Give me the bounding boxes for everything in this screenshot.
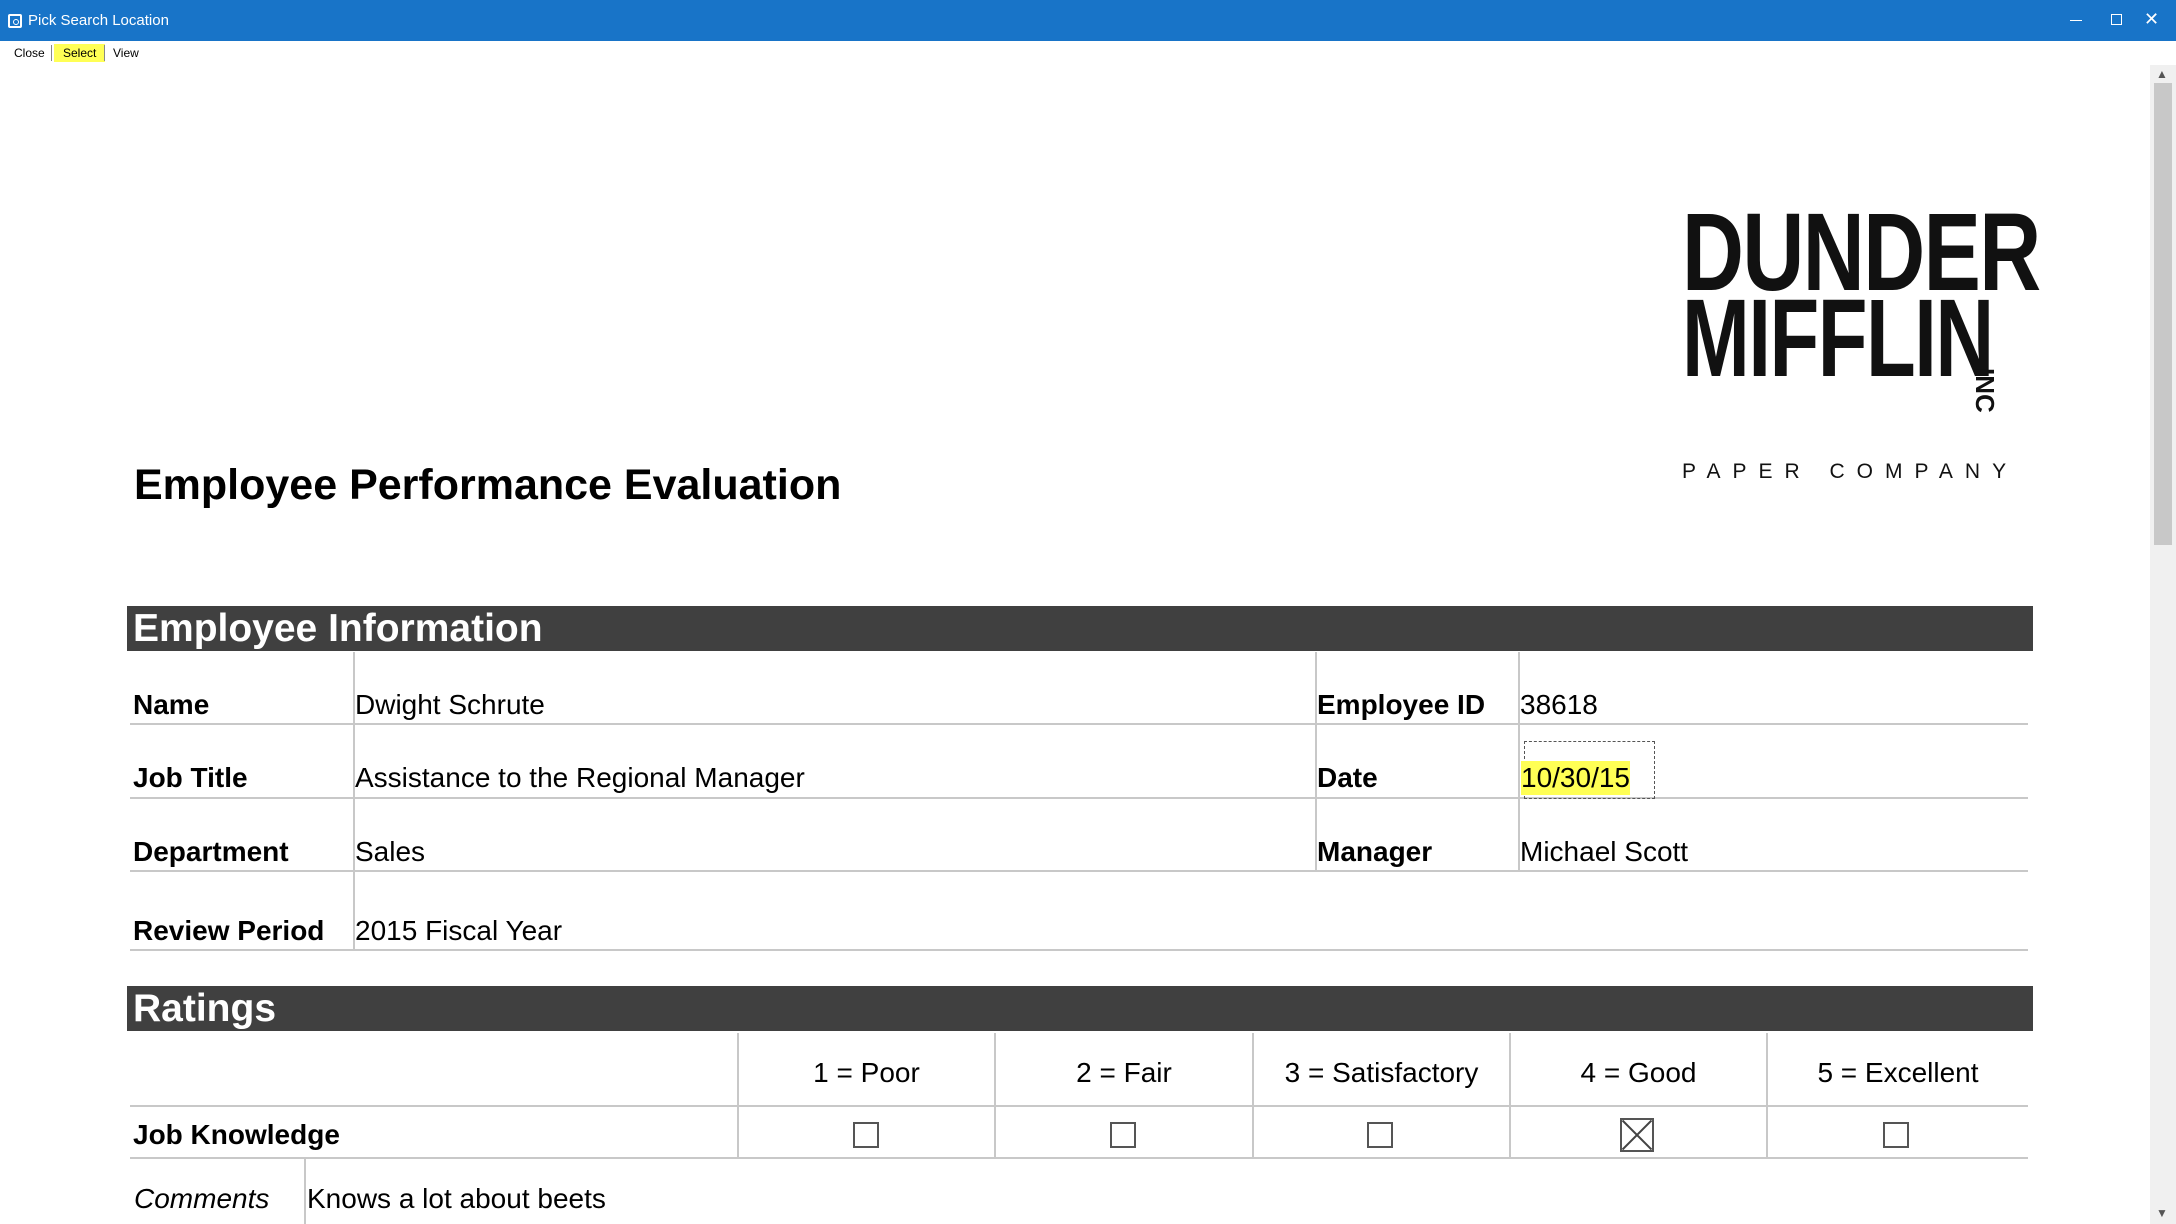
view-button[interactable]: View [108, 44, 144, 62]
close-window-button[interactable]: ✕ [2130, 0, 2176, 41]
title-bar: Pick Search Location ✕ [0, 0, 2176, 41]
scroll-down-icon[interactable]: ▼ [2156, 1206, 2168, 1220]
vertical-scrollbar[interactable]: ▲ ▼ [2150, 65, 2176, 1224]
rating-scale-3: 3 = Satisfactory [1284, 1057, 1479, 1088]
table-row-divider [130, 870, 2028, 872]
toolbar-divider [104, 45, 105, 61]
maximize-icon [2111, 14, 2122, 25]
table-row-divider [130, 723, 2028, 725]
job-title-label: Job Title [133, 762, 248, 793]
employee-id-label: Employee ID [1317, 689, 1486, 720]
table-divider [1766, 1033, 1768, 1159]
minimize-icon [2070, 20, 2082, 21]
manager-value[interactable]: Michael Scott [1520, 835, 1688, 869]
rating-checkbox-2[interactable] [1110, 1122, 1136, 1148]
scrollbar-thumb[interactable] [2154, 83, 2172, 545]
scroll-up-icon[interactable]: ▲ [2156, 67, 2168, 81]
department-value[interactable]: Sales [355, 835, 425, 869]
name-label: Name [133, 689, 210, 720]
rating-checkbox-1[interactable] [853, 1122, 879, 1148]
name-value[interactable]: Dwight Schrute [355, 688, 545, 722]
department-label: Department [133, 836, 289, 867]
job-title-value[interactable]: Assistance to the Regional Manager [355, 761, 805, 795]
manager-label: Manager [1317, 836, 1433, 867]
comments-label: Comments [134, 1183, 270, 1214]
review-period-value[interactable]: 2015 Fiscal Year [355, 914, 562, 948]
table-row-divider [130, 1157, 2028, 1159]
rating-scale-1: 1 = Poor [813, 1057, 920, 1088]
toolbar-divider [51, 45, 52, 61]
rating-checkbox-5[interactable] [1883, 1122, 1909, 1148]
rating-scale-5: 5 = Excellent [1817, 1057, 1979, 1088]
review-period-label: Review Period [133, 915, 325, 946]
employee-id-value[interactable]: 38618 [1520, 688, 1598, 722]
table-divider [1252, 1033, 1254, 1159]
table-row-divider [130, 1105, 2028, 1107]
select-button[interactable]: Select [54, 44, 106, 62]
document-title: Employee Performance Evaluation [134, 461, 842, 509]
close-icon: ✕ [2144, 9, 2160, 29]
employee-info-header: Employee Information [127, 606, 2033, 651]
table-row-divider [130, 949, 2028, 951]
rating-scale-2: 2 = Fair [1076, 1057, 1172, 1088]
company-logo: DUNDER MIFFLIN INC PAPER COMPANY [1682, 198, 2041, 488]
date-value[interactable]: 10/30/15 [1521, 761, 1630, 795]
rating-scale-4: 4 = Good [1580, 1057, 1697, 1088]
table-divider [737, 1033, 739, 1159]
window-title: Pick Search Location [28, 12, 169, 29]
date-label: Date [1317, 762, 1378, 793]
comments-value[interactable]: Knows a lot about beets [307, 1182, 606, 1216]
table-divider [304, 1159, 306, 1224]
rating-checkbox-4-checked[interactable] [1620, 1118, 1654, 1152]
logo-subtitle: PAPER COMPANY [1682, 460, 2019, 483]
toolbar: Close Select View [0, 41, 2176, 65]
rating-checkbox-3[interactable] [1367, 1122, 1393, 1148]
ratings-header: Ratings [127, 986, 2033, 1031]
logo-inc: INC [1970, 368, 2000, 413]
job-knowledge-label: Job Knowledge [133, 1119, 340, 1150]
table-divider [1509, 1033, 1511, 1159]
table-row-divider [130, 797, 2028, 799]
camera-icon [8, 14, 22, 28]
table-divider [994, 1033, 996, 1159]
close-button[interactable]: Close [9, 44, 50, 62]
logo-line2: MIFFLIN [1682, 277, 1994, 400]
